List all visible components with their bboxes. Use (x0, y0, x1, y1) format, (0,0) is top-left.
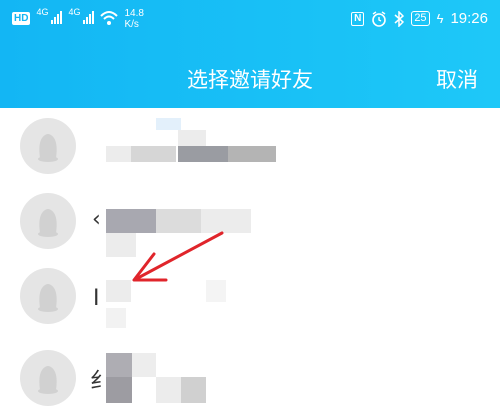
annotation-arrow (132, 231, 224, 282)
